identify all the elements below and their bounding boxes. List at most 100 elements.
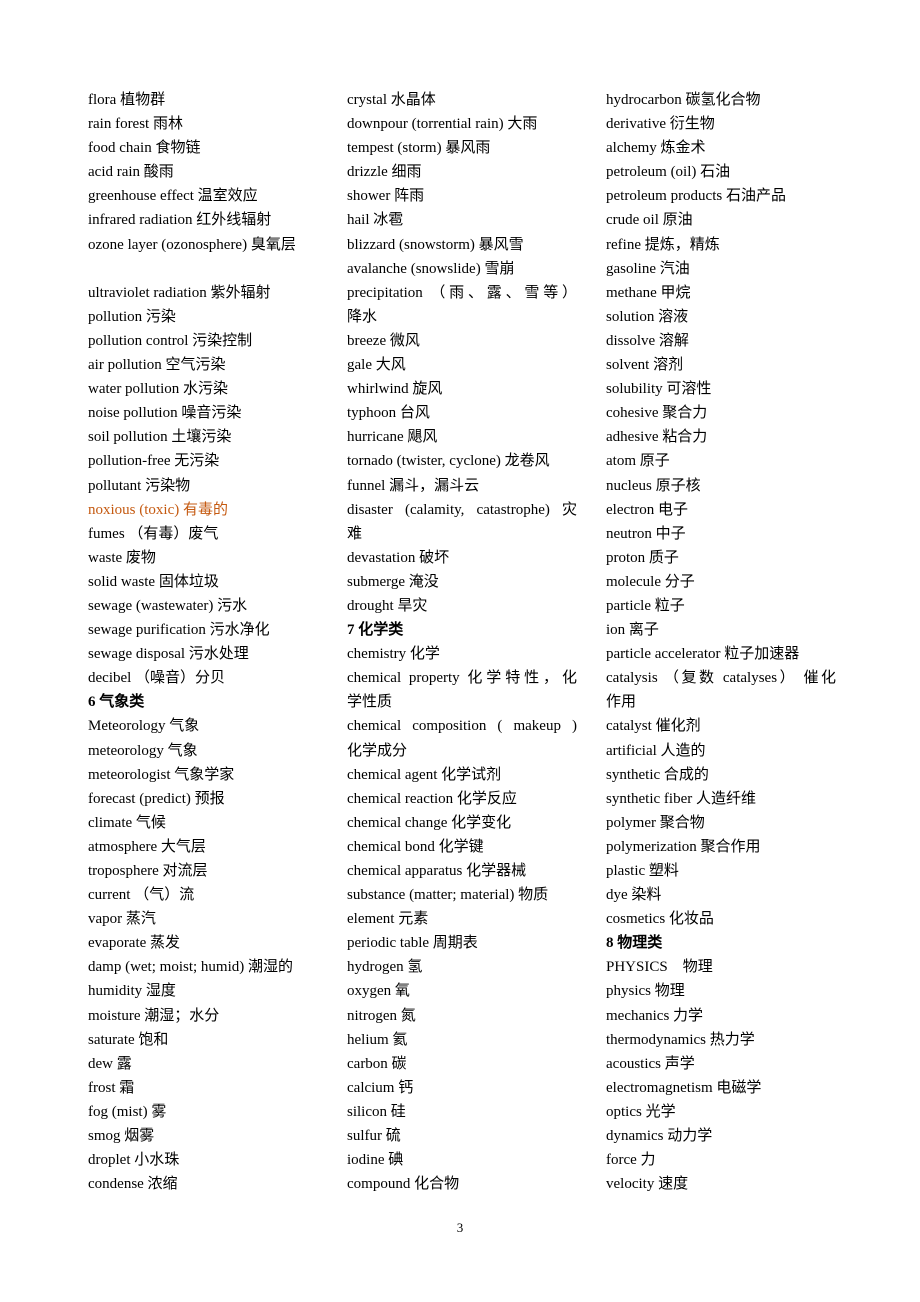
vocab-entry: silicon 硅 xyxy=(347,1103,406,1120)
vocab-entry: adhesive 粘合力 xyxy=(606,429,708,446)
vocab-entry: PHYSICS 物理 xyxy=(606,959,713,976)
vocab-entry: helium 氦 xyxy=(347,1031,408,1048)
vocab-entry: methane 甲烷 xyxy=(606,284,691,301)
vocab-entry: alchemy 炼金术 xyxy=(606,140,706,157)
vocab-entry: noise pollution 噪音污染 xyxy=(88,405,242,422)
vocab-entry: pollution control 污染控制 xyxy=(88,332,253,349)
vocab-entry: catalyst 催化剂 xyxy=(606,718,701,735)
vocab-entry: chemical reaction 化学反应 xyxy=(347,790,517,807)
vocab-entry: refine 提炼，精炼 xyxy=(606,236,720,253)
page-number: 3 xyxy=(456,1220,464,1235)
vocab-entry: nitrogen 氮 xyxy=(347,1007,416,1024)
vocab-entry: chemical bond 化学键 xyxy=(347,838,484,855)
vocab-entry: flora 植物群 xyxy=(88,92,166,108)
vocab-entry: ozone layer (ozonosphere) 臭氧层 xyxy=(88,236,296,253)
vocab-entry: rain forest 雨林 xyxy=(88,116,183,133)
vocab-entry: plastic 塑料 xyxy=(606,863,679,879)
vocab-entry: molecule 分子 xyxy=(606,573,695,590)
vocab-entry: electromagnetism 电磁学 xyxy=(606,1079,762,1096)
vocab-entry: hydrogen 氢 xyxy=(347,959,423,976)
vocab-entry: humidity 湿度 xyxy=(88,983,176,1000)
vocab-entry: substance (matter; material) 物质 xyxy=(347,887,549,904)
vocab-entry: synthetic 合成的 xyxy=(606,766,709,783)
vocab-entry: petroleum (oil) 石油 xyxy=(606,164,731,181)
vocab-entry: drizzle 细雨 xyxy=(347,164,422,181)
vocab-entry: 作用 xyxy=(606,694,637,711)
vocab-entry: frost 霜 xyxy=(88,1079,135,1096)
vocab-entry: element 元素 xyxy=(347,911,429,928)
vocab-entry: decibel （噪音）分贝 xyxy=(88,670,226,687)
vocab-entry-highlighted: noxious (toxic) 有毒的 xyxy=(88,501,228,518)
vocab-entry: hail 冰雹 xyxy=(347,212,404,229)
vocab-entry: 学性质 xyxy=(347,694,393,711)
vocab-entry: air pollution 空气污染 xyxy=(88,357,226,374)
vocab-entry: saturate 饱和 xyxy=(88,1031,169,1048)
vocab-entry: dynamics 动力学 xyxy=(606,1128,713,1145)
vocab-entry: compound 化合物 xyxy=(347,1176,460,1193)
vocab-entry: whirlwind 旋风 xyxy=(347,381,443,398)
section-heading: 8 物理类 xyxy=(606,935,663,952)
vocab-entry: polymer 聚合物 xyxy=(606,814,705,831)
vocab-entry: catalysis （复数 catalyses） 催化 xyxy=(606,670,836,687)
vocab-entry: solvent 溶剂 xyxy=(606,357,684,374)
vocab-entry: food chain 食物链 xyxy=(88,140,201,157)
section-heading: 7 化学类 xyxy=(347,622,404,639)
vocab-entry: moisture 潮湿；水分 xyxy=(88,1007,220,1024)
section-heading: 6 气象类 xyxy=(88,694,145,711)
vocab-entry: soil pollution 土壤污染 xyxy=(88,429,232,446)
vocab-entry: pollutant 污染物 xyxy=(88,477,191,494)
vocab-entry: chemical apparatus 化学器械 xyxy=(347,863,527,879)
vocab-entry: tempest (storm) 暴风雨 xyxy=(347,140,491,157)
vocab-entry: ultraviolet radiation 紫外辐射 xyxy=(88,284,271,301)
vocab-entry: atom 原子 xyxy=(606,453,670,470)
vocab-entry: particle accelerator 粒子加速器 xyxy=(606,646,800,663)
vocab-entry: pollution-free 无污染 xyxy=(88,453,220,470)
vocab-entry: hurricane 飓风 xyxy=(347,429,438,446)
vocab-entry: smog 烟雾 xyxy=(88,1128,155,1145)
vocab-entry: meteorology 气象 xyxy=(88,742,198,759)
vocab-entry: sulfur 硫 xyxy=(347,1128,401,1145)
vocab-entry: crystal 水晶体 xyxy=(347,92,436,108)
vocab-entry: chemical change 化学变化 xyxy=(347,814,512,831)
vocab-entry: force 力 xyxy=(606,1152,656,1169)
vocab-entry: disaster (calamity, catastrophe) 灾 xyxy=(347,501,577,518)
vocab-entry: polymerization 聚合作用 xyxy=(606,838,761,855)
vocab-entry: velocity 速度 xyxy=(606,1176,689,1193)
vocab-entry: forecast (predict) 预报 xyxy=(88,790,225,807)
vocab-entry: water pollution 水污染 xyxy=(88,381,228,398)
vocab-entry: Meteorology 气象 xyxy=(88,718,200,735)
vocab-entry: breeze 微风 xyxy=(347,332,420,349)
vocab-entry: carbon 碳 xyxy=(347,1055,407,1072)
vocab-entry: mechanics 力学 xyxy=(606,1007,704,1024)
vocab-entry: evaporate 蒸发 xyxy=(88,935,181,952)
vocab-entry: iodine 碘 xyxy=(347,1152,404,1169)
vocab-entry: dew 露 xyxy=(88,1055,132,1072)
vocab-entry: optics 光学 xyxy=(606,1103,676,1120)
vocab-entry: gale 大风 xyxy=(347,357,406,374)
vocab-entry: acid rain 酸雨 xyxy=(88,164,174,181)
vocab-entry: downpour (torrential rain) 大雨 xyxy=(347,116,538,133)
vocab-entry: dye 染料 xyxy=(606,887,662,904)
vocab-entry: solution 溶液 xyxy=(606,308,689,325)
vocab-column-2: crystal 水晶体 downpour (torrential rain) 大雨… xyxy=(347,88,577,1196)
vocab-entry: physics 物理 xyxy=(606,983,685,1000)
vocab-entry: nucleus 原子核 xyxy=(606,477,701,494)
vocab-entry: waste 废物 xyxy=(88,549,156,566)
vocab-entry: funnel 漏斗，漏斗云 xyxy=(347,477,480,494)
vocab-entry: synthetic fiber 人造纤维 xyxy=(606,790,756,807)
vocab-entry: cosmetics 化妆品 xyxy=(606,911,714,928)
vocab-entry: condense 浓缩 xyxy=(88,1176,178,1193)
vocab-entry: thermodynamics 热力学 xyxy=(606,1031,755,1048)
vocab-entry: derivative 衍生物 xyxy=(606,116,715,133)
vocab-entry: proton 质子 xyxy=(606,549,679,566)
vocab-entry: periodic table 周期表 xyxy=(347,935,478,952)
vocab-entry: 难 xyxy=(347,525,363,542)
vocab-entry: particle 粒子 xyxy=(606,597,685,614)
vocab-entry: neutron 中子 xyxy=(606,525,686,542)
vocab-entry: crude oil 原油 xyxy=(606,212,693,229)
vocab-entry: 降水 xyxy=(347,308,378,325)
vocab-entry: current （气）流 xyxy=(88,887,195,904)
vocab-entry: fog (mist) 雾 xyxy=(88,1103,167,1120)
vocab-entry: cohesive 聚合力 xyxy=(606,405,708,422)
